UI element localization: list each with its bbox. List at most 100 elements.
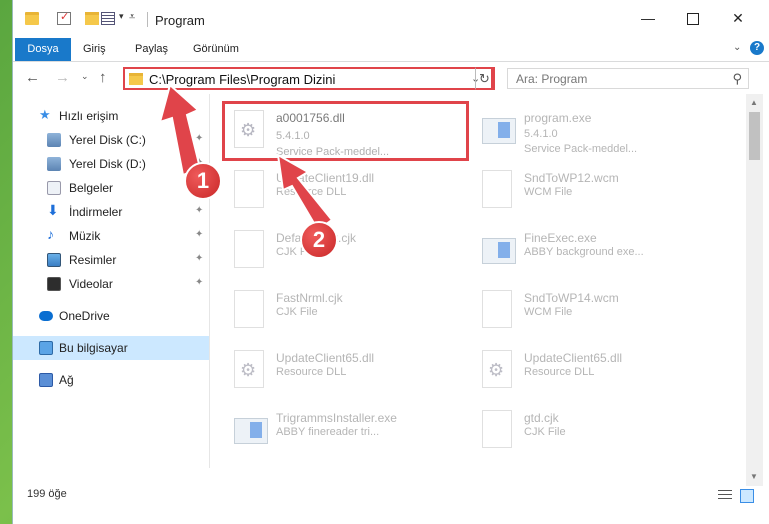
file-version: 5.4.1.0 bbox=[276, 130, 310, 142]
file-name: program.exe bbox=[524, 111, 592, 125]
sidebar-item-this-pc[interactable]: Bu bilgisayar bbox=[13, 336, 209, 360]
sidebar-item-label: Bu bilgisayar bbox=[59, 341, 128, 355]
file-icon bbox=[234, 290, 264, 328]
scroll-down-icon[interactable]: ▼ bbox=[750, 472, 758, 481]
address-path[interactable]: C:\Program Files\Program Dizini bbox=[149, 72, 335, 87]
file-type: WCM File bbox=[524, 306, 573, 318]
sidebar-item-documents[interactable]: Belgeler ✦ bbox=[13, 176, 209, 200]
sidebar-item-label: Belgeler bbox=[69, 181, 114, 195]
recent-locations-button[interactable]: ⌄ bbox=[81, 71, 89, 82]
title-separator bbox=[147, 12, 148, 27]
disk-icon bbox=[47, 133, 61, 147]
tab-home[interactable]: Giriş bbox=[73, 38, 116, 61]
list-item[interactable]: SndToWP12.wcm WCM File bbox=[476, 162, 716, 218]
callout-marker-1: 1 bbox=[184, 162, 222, 200]
vertical-scrollbar[interactable]: ▲ ▼ bbox=[746, 94, 763, 486]
list-item[interactable]: TrigrammsInstaller.exe ABBY finereader t… bbox=[228, 402, 468, 458]
file-item-selected[interactable]: a0001756.dll 5.4.1.0 Service Pack-meddel… bbox=[228, 102, 468, 158]
details-view-icon[interactable] bbox=[718, 490, 732, 502]
list-item[interactable]: UpdateClient65.dll Resource DLL bbox=[228, 342, 468, 398]
properties-check-icon[interactable] bbox=[57, 10, 71, 25]
file-type: CJK File bbox=[524, 426, 566, 438]
folder-icon[interactable] bbox=[25, 12, 39, 25]
sidebar-item-downloads[interactable]: ⬇ İndirmeler ✦ bbox=[13, 200, 209, 224]
sidebar-item-label: Yerel Disk (C:) bbox=[69, 133, 146, 147]
file-type: CJK File bbox=[276, 306, 318, 318]
pane-divider[interactable] bbox=[209, 94, 210, 468]
scroll-up-icon[interactable]: ▲ bbox=[750, 98, 758, 107]
sidebar-item-label: Ağ bbox=[59, 373, 74, 387]
list-item[interactable]: gtd.cjk CJK File bbox=[476, 402, 716, 458]
forward-button[interactable]: → bbox=[55, 69, 70, 86]
close-button[interactable]: ✕ bbox=[723, 6, 753, 30]
navigation-pane: ★ Hızlı erişim Yerel Disk (C:) ✦ Yerel D… bbox=[13, 94, 209, 486]
sidebar-item-videos[interactable]: Videolar ✦ bbox=[13, 272, 209, 296]
maximize-button[interactable] bbox=[678, 6, 708, 30]
properties-icon[interactable] bbox=[101, 12, 115, 25]
file-type: Resource DLL bbox=[524, 366, 595, 378]
sidebar-item-music[interactable]: ♪ Müzik ✦ bbox=[13, 224, 209, 248]
tab-share[interactable]: Paylaş bbox=[125, 38, 178, 61]
sidebar-item-label: İndirmeler bbox=[69, 205, 123, 219]
tab-file[interactable]: Dosya bbox=[15, 38, 71, 61]
videos-icon bbox=[47, 277, 61, 291]
sidebar-item-pictures[interactable]: Resimler ✦ bbox=[13, 248, 209, 272]
file-icon bbox=[234, 230, 264, 268]
file-type: ABBY background exe... bbox=[524, 246, 644, 258]
onedrive-icon bbox=[39, 311, 53, 321]
list-item[interactable]: program.exe 5.4.1.0 Service Pack-meddel.… bbox=[476, 102, 716, 158]
file-name: UpdateClient65.dll bbox=[524, 351, 623, 365]
back-button[interactable]: ← bbox=[25, 69, 40, 86]
pin-icon[interactable]: ✦ bbox=[195, 229, 203, 240]
file-name: TrigrammsInstaller.exe bbox=[276, 411, 397, 425]
sidebar-item-label: Videolar bbox=[69, 277, 113, 291]
sidebar-item-quick-access[interactable]: ★ Hızlı erişim bbox=[13, 104, 209, 128]
pin-icon[interactable]: ✦ bbox=[195, 277, 203, 288]
list-item[interactable]: UpdateClient65.dll Resource DLL bbox=[476, 342, 716, 398]
address-bar[interactable]: C:\Program Files\Program Dizini ⌄ bbox=[123, 67, 493, 90]
sidebar-item-label: Yerel Disk (D:) bbox=[69, 157, 146, 171]
file-name: FineExec.exe bbox=[524, 231, 597, 245]
list-item[interactable]: DefaultFont.cjk CJK File bbox=[228, 222, 468, 278]
large-icons-view-icon[interactable] bbox=[740, 489, 754, 503]
search-icon[interactable]: ⚲ bbox=[732, 71, 742, 87]
file-type: ABBY finereader tri... bbox=[276, 426, 380, 438]
expand-ribbon-icon[interactable]: ⌄ bbox=[733, 42, 741, 53]
refresh-button[interactable]: ↻ bbox=[475, 67, 495, 90]
folder-icon bbox=[129, 73, 143, 85]
pin-icon[interactable]: ✦ bbox=[195, 205, 203, 216]
sidebar-item-label: Müzik bbox=[69, 229, 101, 243]
customize-toolbar-icon[interactable]: ⩡ bbox=[129, 11, 135, 24]
network-icon bbox=[39, 373, 53, 387]
up-button[interactable]: ↑ bbox=[99, 69, 107, 86]
sidebar-item-label: OneDrive bbox=[59, 309, 110, 323]
callout-marker-2: 2 bbox=[300, 221, 338, 259]
file-type: Resource DLL bbox=[276, 366, 347, 378]
pin-icon[interactable]: ✦ bbox=[195, 133, 203, 144]
sidebar-item-network[interactable]: Ağ bbox=[13, 368, 209, 392]
pin-icon[interactable]: ✦ bbox=[195, 253, 203, 264]
file-list: a0001756.dll 5.4.1.0 Service Pack-meddel… bbox=[218, 96, 740, 466]
tab-view[interactable]: Görünüm bbox=[183, 38, 249, 61]
scroll-thumb[interactable] bbox=[749, 112, 760, 160]
sidebar-item-local-disk-d[interactable]: Yerel Disk (D:) ✦ bbox=[13, 152, 209, 176]
file-name: SndToWP14.wcm bbox=[524, 291, 619, 305]
file-version: 5.4.1.0 bbox=[524, 128, 558, 140]
sidebar-item-local-disk-c[interactable]: Yerel Disk (C:) ✦ bbox=[13, 128, 209, 152]
help-icon[interactable]: ? bbox=[750, 41, 764, 55]
file-icon bbox=[482, 290, 512, 328]
chevron-down-icon[interactable]: ▾ bbox=[119, 11, 124, 22]
file-description: Service Pack-meddel... bbox=[524, 143, 638, 155]
navigation-bar: ← → ⌄ ↑ C:\Program Files\Program Dizini … bbox=[13, 62, 769, 94]
new-folder-icon[interactable] bbox=[85, 12, 99, 25]
search-input[interactable]: Ara: Program ⚲ bbox=[507, 68, 749, 89]
list-item[interactable]: FineExec.exe ABBY background exe... bbox=[476, 222, 716, 278]
list-item[interactable]: SndToWP14.wcm WCM File bbox=[476, 282, 716, 338]
exe-file-icon bbox=[482, 230, 516, 268]
exe-file-icon bbox=[482, 110, 516, 148]
documents-icon bbox=[47, 181, 61, 195]
list-item[interactable]: UpdateClient19.dll Resource DLL bbox=[228, 162, 468, 218]
sidebar-item-onedrive[interactable]: OneDrive bbox=[13, 304, 209, 328]
minimize-button[interactable]: — bbox=[633, 6, 663, 30]
list-item[interactable]: FastNrml.cjk CJK File bbox=[228, 282, 468, 338]
